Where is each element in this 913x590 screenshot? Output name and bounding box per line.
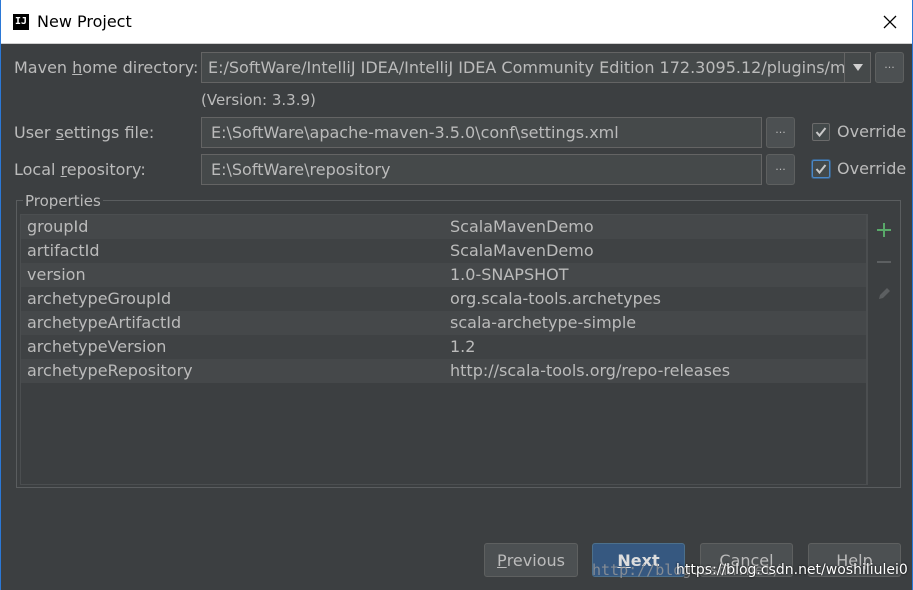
- properties-title: Properties: [23, 192, 103, 210]
- close-icon: [883, 15, 897, 29]
- property-value: http://scala-tools.org/repo-releases: [450, 361, 731, 380]
- checkmark-icon: [815, 127, 827, 138]
- property-key: archetypeVersion: [27, 337, 167, 356]
- local-repository-value: E:\SoftWare\repository: [211, 160, 391, 179]
- user-settings-override-label: Override: [837, 122, 907, 141]
- edit-property-button[interactable]: [874, 284, 894, 304]
- property-key: version: [27, 265, 86, 284]
- maven-version-text: (Version: 3.3.9): [201, 91, 316, 109]
- user-settings-browse-button[interactable]: ···: [766, 117, 795, 148]
- user-settings-label: User settings file:: [14, 123, 155, 142]
- table-row[interactable]: artifactId ScalaMavenDemo: [21, 239, 866, 263]
- pencil-icon: [879, 288, 890, 299]
- title-bar: IJ New Project: [0, 0, 913, 44]
- user-settings-field[interactable]: E:\SoftWare\apache-maven-3.5.0\conf\sett…: [201, 117, 762, 148]
- table-row[interactable]: archetypeArtifactId scala-archetype-simp…: [21, 311, 866, 335]
- maven-home-value: E:/SoftWare/IntelliJ IDEA/IntelliJ IDEA …: [208, 58, 844, 77]
- maven-home-combobox[interactable]: E:/SoftWare/IntelliJ IDEA/IntelliJ IDEA …: [201, 52, 871, 83]
- local-repository-override-checkbox[interactable]: [812, 160, 830, 178]
- intellij-app-icon: IJ: [13, 14, 29, 30]
- property-value: ScalaMavenDemo: [450, 217, 594, 236]
- remove-property-button[interactable]: [874, 252, 894, 272]
- window-border: [0, 0, 1, 590]
- user-settings-override-checkbox[interactable]: [812, 123, 830, 141]
- checkmark-icon: [815, 164, 827, 175]
- table-row[interactable]: archetypeRepository http://scala-tools.o…: [21, 359, 866, 383]
- property-value: 1.0-SNAPSHOT: [450, 265, 569, 284]
- properties-table[interactable]: groupId ScalaMavenDemo artifactId ScalaM…: [20, 214, 867, 485]
- maven-home-label: Maven home directory:: [14, 58, 199, 77]
- dialog-title: New Project: [37, 12, 132, 31]
- property-value: org.scala-tools.archetypes: [450, 289, 661, 308]
- table-row[interactable]: archetypeGroupId org.scala-tools.archety…: [21, 287, 866, 311]
- property-key: archetypeRepository: [27, 361, 193, 380]
- property-key: archetypeGroupId: [27, 289, 172, 308]
- previous-button[interactable]: Previous: [484, 543, 578, 577]
- table-row[interactable]: archetypeVersion 1.2: [21, 335, 866, 359]
- plus-icon: [877, 223, 891, 237]
- properties-toolbar: [867, 214, 898, 485]
- property-key: groupId: [27, 217, 89, 236]
- property-value: scala-archetype-simple: [450, 313, 637, 332]
- table-row[interactable]: version 1.0-SNAPSHOT: [21, 263, 866, 287]
- user-settings-value: E:\SoftWare\apache-maven-3.5.0\conf\sett…: [211, 123, 619, 142]
- local-repository-browse-button[interactable]: ···: [766, 154, 795, 185]
- minus-icon: [877, 261, 891, 263]
- maven-home-browse-button[interactable]: ···: [875, 52, 904, 83]
- close-button[interactable]: [867, 0, 913, 44]
- property-value: ScalaMavenDemo: [450, 241, 594, 260]
- watermark-text: https://blog.csdn.net/woshiliulei0: [676, 562, 908, 578]
- local-repository-field[interactable]: E:\SoftWare\repository: [201, 154, 762, 185]
- property-value: 1.2: [450, 337, 476, 356]
- chevron-down-icon: [852, 64, 863, 71]
- property-key: artifactId: [27, 241, 100, 260]
- table-row[interactable]: groupId ScalaMavenDemo: [21, 215, 866, 239]
- add-property-button[interactable]: [874, 220, 894, 240]
- maven-home-dropdown-button[interactable]: [844, 53, 870, 82]
- property-key: archetypeArtifactId: [27, 313, 182, 332]
- local-repository-override-label: Override: [837, 159, 907, 178]
- local-repository-label: Local repository:: [14, 160, 146, 179]
